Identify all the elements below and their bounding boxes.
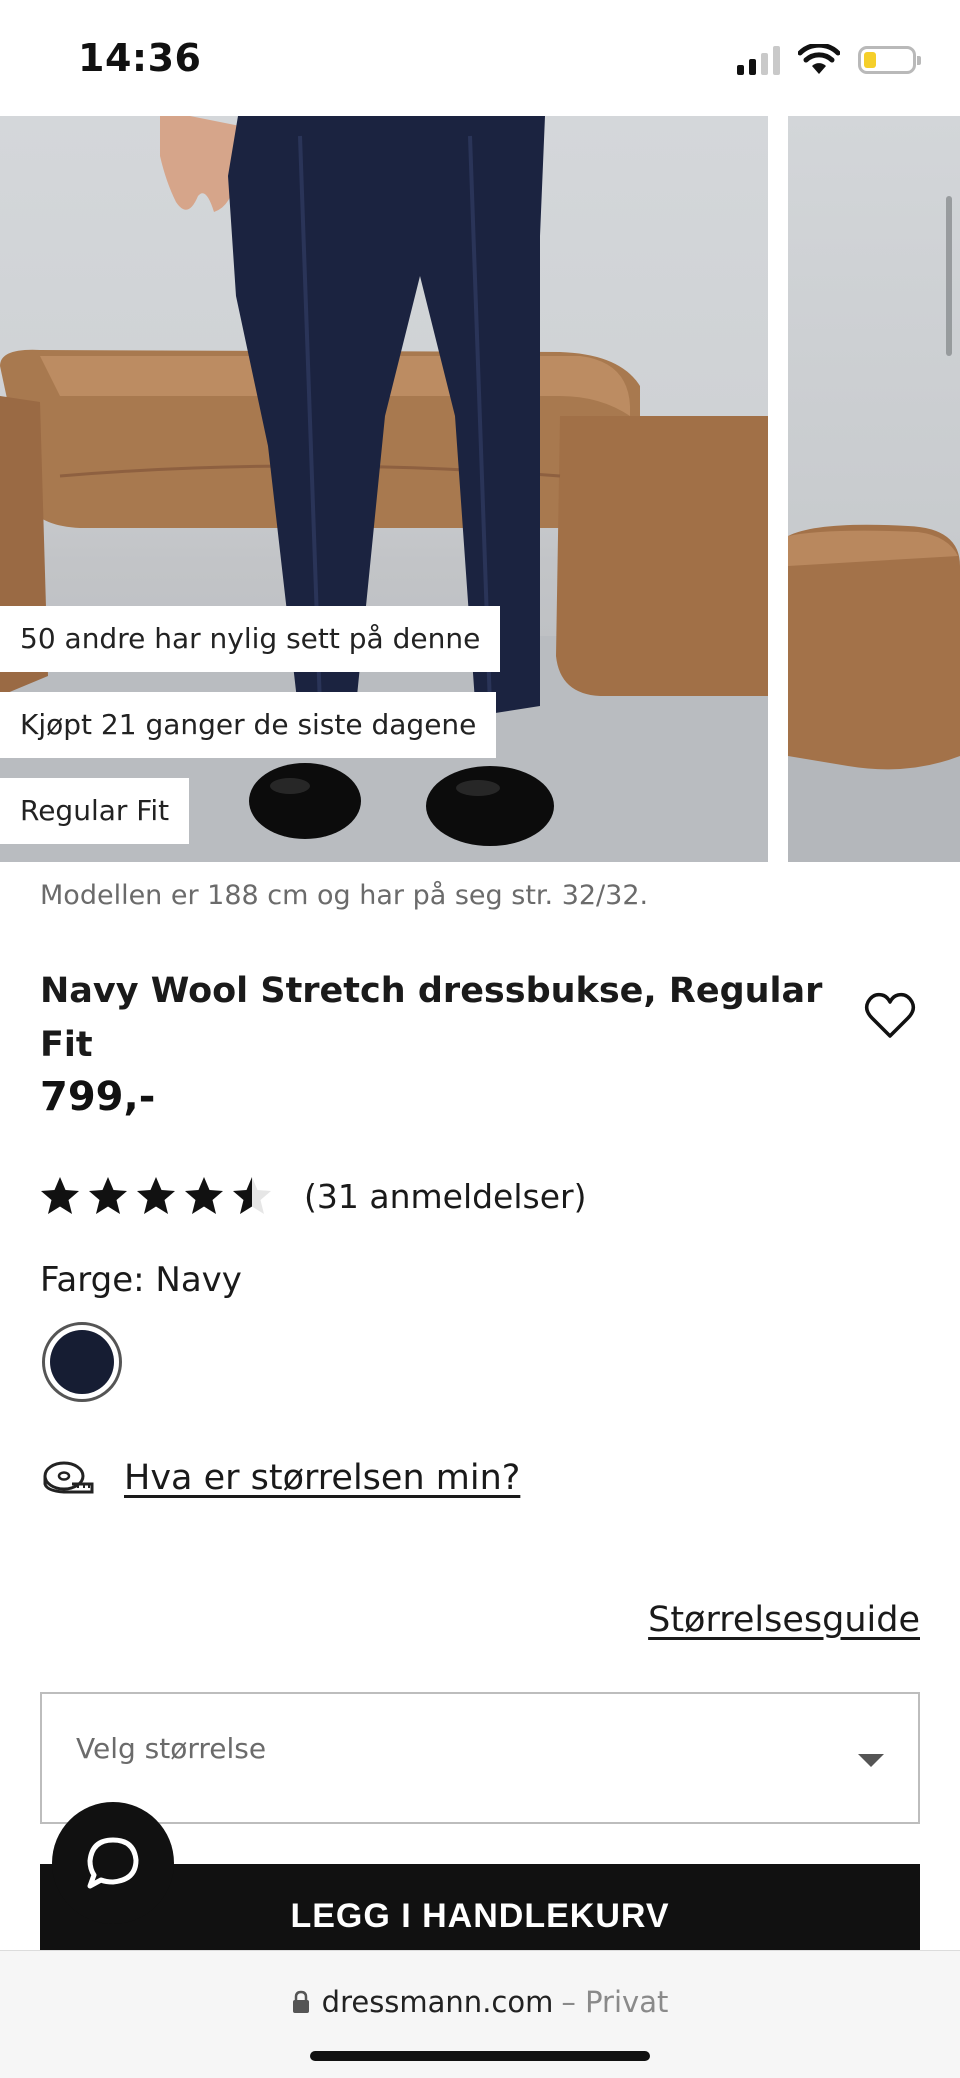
browser-address-bar[interactable]: dressmann.com – Privat [0, 1950, 960, 2078]
home-indicator[interactable] [310, 2051, 650, 2061]
product-price: 799,- [40, 1074, 156, 1120]
chat-button[interactable] [52, 1802, 174, 1924]
size-help[interactable]: Hva er størrelsen min? [42, 1458, 520, 1498]
chat-bubble-icon [87, 1837, 139, 1889]
color-label: Farge: Navy [40, 1260, 242, 1300]
cellular-signal-icon [737, 45, 780, 75]
review-count[interactable]: (31 anmeldelser) [304, 1177, 586, 1216]
badge-recent-views: 50 andre har nylig sett på denne [0, 606, 501, 672]
badge-purchases: Kjøpt 21 ganger de siste dagene [0, 692, 497, 758]
url-mode: – Privat [561, 1985, 669, 2019]
gallery-scroll-indicator [946, 196, 952, 356]
size-select[interactable]: Velg størrelse [40, 1692, 920, 1824]
size-guide-link[interactable]: Størrelsesguide [648, 1600, 920, 1640]
star-icon [89, 1177, 127, 1214]
next-photo-illustration [788, 524, 960, 862]
url-row[interactable]: dressmann.com – Privat [0, 1985, 960, 2019]
rating-row[interactable]: (31 anmeldelser) [38, 1174, 586, 1218]
wifi-icon [798, 44, 840, 74]
size-help-link[interactable]: Hva er størrelsen min? [124, 1458, 520, 1498]
product-photo[interactable]: 50 andre har nylig sett på denne Kjøpt 2… [0, 116, 768, 862]
next-product-photo[interactable] [788, 116, 960, 862]
battery-icon [858, 46, 921, 74]
url-domain: dressmann.com [321, 1985, 554, 2019]
badge-fit: Regular Fit [0, 778, 190, 844]
product-gallery[interactable]: 50 andre har nylig sett på denne Kjøpt 2… [0, 116, 960, 862]
star-icon [137, 1177, 175, 1214]
color-swatch-fill [50, 1330, 114, 1394]
size-select-placeholder: Velg størrelse [76, 1732, 267, 1765]
star-icon [185, 1177, 223, 1214]
product-title: Navy Wool Stretch dressbukse, Regular Fi… [40, 971, 823, 1065]
battery-level [864, 52, 876, 68]
star-icon [41, 1177, 79, 1214]
status-bar: 14:36 [0, 0, 960, 116]
chevron-down-icon [858, 1754, 884, 1767]
color-swatch-navy[interactable] [42, 1322, 122, 1402]
star-icon [233, 1177, 271, 1214]
status-icons [737, 44, 921, 76]
model-note: Modellen er 188 cm og har på seg str. 32… [40, 880, 649, 911]
star-rating [38, 1174, 274, 1218]
measuring-tape-icon [43, 1461, 94, 1494]
lock-icon [292, 1990, 309, 2013]
status-time: 14:36 [78, 36, 202, 80]
heart-outline-icon[interactable] [862, 988, 918, 1044]
